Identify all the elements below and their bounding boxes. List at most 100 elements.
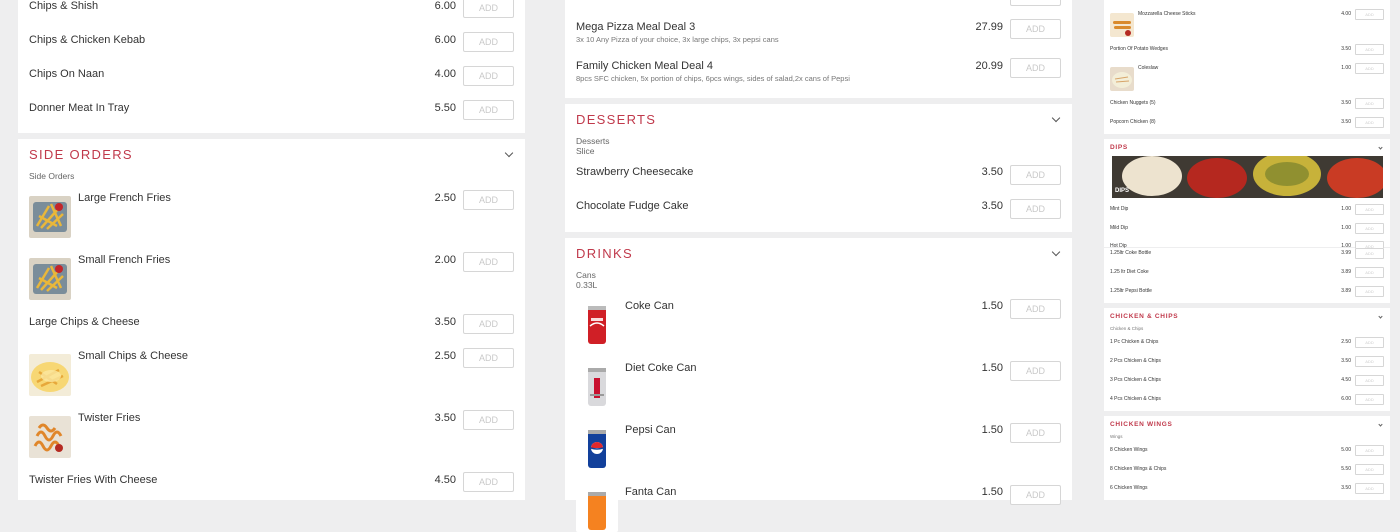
deal-description: 3x 10 Any Pizza of your choice, 3x large… (576, 35, 779, 44)
chevron-down-icon[interactable] (1051, 113, 1061, 123)
add-button[interactable]: ADD (1355, 44, 1384, 55)
diet-coke-can-image (576, 366, 618, 408)
add-button[interactable]: ADD (1355, 117, 1384, 128)
fries-image (29, 258, 71, 300)
add-button[interactable]: ADD (1010, 165, 1061, 185)
add-button[interactable]: ADD (1355, 98, 1384, 109)
add-button[interactable]: ADD (1355, 248, 1384, 259)
add-button[interactable]: ADD (1010, 19, 1061, 39)
chevron-down-icon[interactable] (1378, 145, 1383, 150)
add-button[interactable]: ADD (463, 100, 514, 120)
menu-item-price: 3.50 (434, 316, 456, 328)
add-button[interactable]: ADD (1355, 9, 1384, 20)
menu-item-price: 5.50 (1341, 466, 1351, 472)
menu-item-name: 1.25 ltr Diet Coke (1110, 269, 1149, 275)
chevron-down-icon[interactable] (1051, 247, 1061, 257)
add-button[interactable]: ADD (1355, 204, 1384, 215)
add-button[interactable]: ADD (1010, 485, 1061, 505)
menu-item-name: Chips & Chicken Kebab (29, 34, 146, 46)
section-title-chicken-chips[interactable]: CHICKEN & CHIPS (1110, 313, 1178, 320)
add-button[interactable]: ADD (1355, 286, 1384, 297)
pepsi-can-image (576, 428, 618, 470)
menu-item-name: Popcorn Chicken (8) (1110, 119, 1156, 125)
side-orders-card: Side Orders Side Orders Large French Fri… (18, 139, 525, 500)
drinks-card: Drinks Cans 0.33L Coke Can 1.50 ADD Diet… (565, 238, 1072, 532)
bottles-card: 1.25ltr Coke Bottle 3.99 ADD 1.25 ltr Di… (1104, 248, 1390, 303)
section-title-drinks[interactable]: Drinks (576, 246, 633, 261)
section-title-chicken-wings[interactable]: CHICKEN WINGS (1110, 421, 1173, 428)
deal-description: 8pcs SFC chicken, 5x portion of chips, 6… (576, 74, 850, 83)
menu-item-name: Portion Of Potato Wedges (1110, 46, 1168, 52)
add-button[interactable]: ADD (1355, 223, 1384, 234)
menu-item-price: 2.50 (434, 350, 456, 362)
coke-can-image (576, 304, 618, 346)
menu-item-price: 3.50 (1341, 100, 1351, 106)
add-button[interactable]: ADD (1355, 394, 1384, 405)
fries-image (29, 196, 71, 238)
menu-item-price: 3.50 (981, 166, 1003, 178)
section-title-desserts[interactable]: Desserts (576, 112, 656, 127)
menu-item-name: Mozzarella Cheese Sticks (1138, 11, 1196, 17)
deal-name: Family Chicken Meal Deal 4 (576, 60, 713, 72)
add-button[interactable]: ADD (463, 314, 514, 334)
menu-item-name: Twister Fries With Cheese (29, 474, 158, 486)
menu-item-price: 3.50 (1341, 46, 1351, 52)
menu-item-price: 4.50 (1341, 377, 1351, 383)
section-title-dips[interactable]: DIPS (1110, 144, 1128, 151)
menu-item-name: Small Chips & Cheese (78, 350, 189, 362)
menu-item-price: 3.50 (1341, 485, 1351, 491)
add-button[interactable]: ADD (1355, 483, 1384, 494)
add-button[interactable]: ADD (1355, 445, 1384, 456)
add-button[interactable]: ADD (463, 252, 514, 272)
menu-item-price: 3.50 (1341, 358, 1351, 364)
chevron-down-icon[interactable] (1378, 422, 1383, 427)
add-button[interactable]: ADD (463, 348, 514, 368)
add-button[interactable]: ADD (1010, 299, 1061, 319)
add-button[interactable]: ADD (463, 472, 514, 492)
add-button[interactable]: ADD (1355, 267, 1384, 278)
menu-item-name: Donner Meat In Tray (29, 102, 130, 114)
menu-item-name: Chocolate Fudge Cake (576, 200, 689, 212)
menu-item-price: 2.00 (434, 254, 456, 266)
chevron-down-icon[interactable] (1378, 314, 1383, 319)
add-button[interactable]: ADD (1010, 199, 1061, 219)
chicken-wings-card: CHICKEN WINGS Wings 8 Chicken Wings 5.00… (1104, 416, 1390, 500)
menu-item-price: 4.50 (434, 474, 456, 486)
add-button[interactable]: ADD (463, 190, 514, 210)
coleslaw-image (1110, 67, 1134, 91)
add-button[interactable]: ADD (1010, 423, 1061, 443)
section-subtitle: 0.33L (576, 280, 598, 290)
cheesy-chips-image (29, 354, 71, 396)
menu-item-name: Mint Dip (1110, 206, 1129, 212)
chicken-chips-card: CHICKEN & CHIPS Chicken & Chips 1 Pc Chi… (1104, 308, 1390, 411)
menu-item-price: 1.00 (1341, 206, 1351, 212)
dips-banner-label: DIPS (1115, 188, 1130, 194)
add-button[interactable]: ADD (1355, 464, 1384, 475)
menu-item-name: 1 Pc Chicken & Chips (1110, 339, 1159, 345)
menu-item-name: 1.25ltr Coke Bottle (1110, 250, 1152, 256)
add-button[interactable]: ADD (1010, 58, 1061, 78)
right-top-card: Mozzarella Cheese Sticks 4.00 ADD Portio… (1104, 0, 1390, 134)
menu-item-name: Small French Fries (78, 254, 171, 266)
fanta-can-image (576, 490, 618, 532)
menu-item-name: 8 Chicken Wings & Chips (1110, 466, 1167, 472)
add-button[interactable]: ADD (463, 32, 514, 52)
section-subtitle: Chicken & Chips (1110, 326, 1144, 331)
add-button[interactable]: ADD (1355, 375, 1384, 386)
add-button[interactable]: ADD (463, 0, 514, 18)
menu-item-name: Chicken Nuggets (5) (1110, 100, 1156, 106)
twister-fries-image (29, 416, 71, 458)
chevron-down-icon[interactable] (504, 148, 514, 158)
menu-item-name: 6 Chicken Wings (1110, 485, 1148, 491)
add-button[interactable]: ADD (1355, 63, 1384, 74)
dips-card: DIPS DIPS Mint Dip 1.00 ADD Mild Dip 1.0… (1104, 139, 1390, 252)
add-button[interactable]: ADD (1355, 356, 1384, 367)
add-button[interactable]: ADD (463, 66, 514, 86)
menu-item-name: Coleslaw (1138, 65, 1159, 71)
menu-item-price: 1.50 (981, 300, 1003, 312)
add-button[interactable]: ADD (1355, 337, 1384, 348)
add-button[interactable]: ADD (1010, 0, 1061, 6)
add-button[interactable]: ADD (463, 410, 514, 430)
add-button[interactable]: ADD (1010, 361, 1061, 381)
section-title-side-orders[interactable]: Side Orders (29, 147, 133, 162)
